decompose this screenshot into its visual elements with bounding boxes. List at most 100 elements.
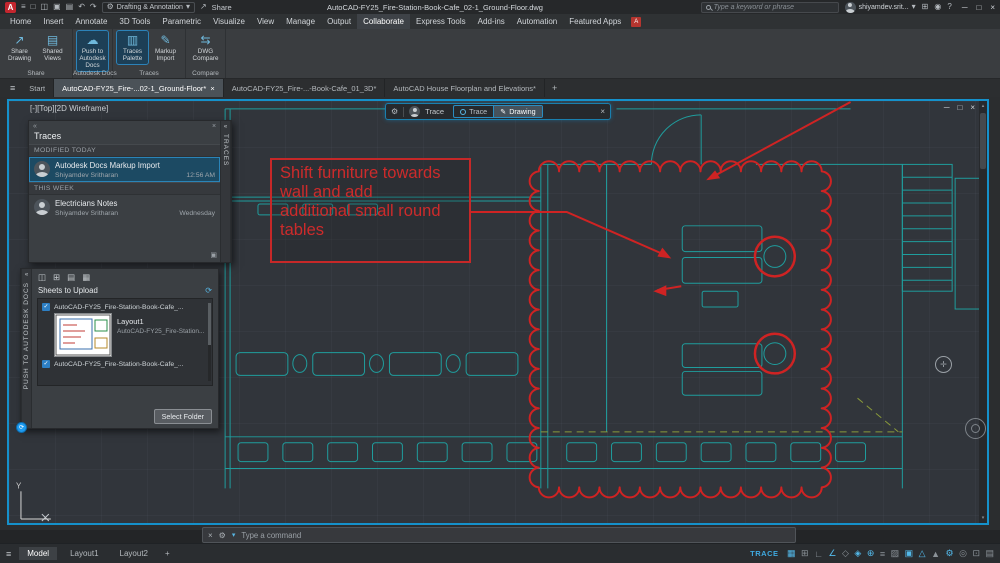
new-file-icon[interactable]: □: [31, 2, 36, 12]
featured-app-icon[interactable]: A: [631, 17, 641, 27]
markup-leader-line[interactable]: [469, 212, 666, 256]
save-icon[interactable]: ▣: [53, 2, 61, 12]
scrollbar-thumb[interactable]: [980, 113, 986, 169]
window-restore-icon[interactable]: □: [957, 103, 962, 112]
workspace-switcher[interactable]: ⚙ Drafting & Annotation ▾: [102, 2, 195, 13]
tab-featured-apps[interactable]: Featured Apps: [563, 14, 627, 29]
app-store-icon[interactable]: ⊞: [922, 2, 929, 12]
markup-import-button[interactable]: ✎ Markup Import: [150, 31, 181, 64]
tab-3d-tools[interactable]: 3D Tools: [113, 14, 156, 29]
search-input[interactable]: Type a keyword or phrase: [701, 2, 839, 13]
help-icon[interactable]: ?: [947, 2, 951, 12]
sheet-checkbox[interactable]: ✓: [42, 360, 50, 368]
tab-view[interactable]: View: [251, 14, 280, 29]
trace-close-icon[interactable]: ×: [600, 107, 605, 117]
file-tab-ground-floor[interactable]: AutoCAD-FY25_Fire-...02-1_Ground-Floor* …: [54, 79, 224, 97]
sheet-checkbox[interactable]: ✓: [42, 303, 50, 311]
tab-collaborate[interactable]: Collaborate: [357, 14, 410, 29]
close-button[interactable]: ×: [990, 3, 995, 12]
layout1-tab[interactable]: Layout1: [62, 547, 106, 560]
snap-tracking-icon[interactable]: ⊕: [867, 548, 875, 559]
markup-note-box[interactable]: Shift furniture towards wall and add add…: [270, 158, 471, 263]
trace-mode-button[interactable]: Trace: [454, 106, 493, 117]
markup-circle-1[interactable]: [755, 237, 795, 277]
snap-icon[interactable]: ⊞: [801, 548, 809, 559]
tab-parametric[interactable]: Parametric: [156, 14, 207, 29]
user-account-menu[interactable]: shiyamdev.srit... ▾: [845, 2, 916, 13]
navigation-compass-icon[interactable]: [965, 418, 986, 439]
open-file-icon[interactable]: ◫: [41, 2, 49, 12]
scroll-up-icon[interactable]: ▴: [979, 103, 987, 109]
isodraft-icon[interactable]: ◇: [842, 548, 849, 559]
annotation-visibility-icon[interactable]: △: [919, 548, 926, 559]
refresh-icon[interactable]: ⟳: [205, 286, 212, 295]
drawing-mode-button[interactable]: ✎ Drawing: [493, 106, 541, 117]
tab-visualize[interactable]: Visualize: [207, 14, 251, 29]
push-palette-titlebar[interactable]: « PUSH TO AUTODESK DOCS: [21, 269, 32, 428]
file-tab-house-floorplan[interactable]: AutoCAD House Floorplan and Elevations*: [385, 79, 545, 97]
trace-item-markup-import[interactable]: Autodesk Docs Markup Import Shiyamdev Sr…: [29, 157, 220, 182]
tab-add-ins[interactable]: Add-ins: [472, 14, 511, 29]
notification-bell-icon[interactable]: ◉: [934, 2, 941, 12]
dwg-compare-button[interactable]: ⇆ DWG Compare: [190, 31, 221, 64]
redo-icon[interactable]: ↷: [90, 2, 97, 12]
tab-automation[interactable]: Automation: [511, 14, 563, 29]
steering-wheel-icon[interactable]: ✛: [935, 356, 952, 373]
autocad-logo[interactable]: A: [5, 2, 16, 13]
file-tab-start[interactable]: Start: [21, 79, 54, 97]
model-viewport[interactable]: Y [-][Top][2D Wireframe] ─ □ ×: [7, 99, 989, 525]
push-to-autodesk-docs-button[interactable]: ☁ Push to Autodesk Docs: [77, 31, 108, 71]
scroll-down-icon[interactable]: ▾: [979, 515, 987, 521]
sheet-file-row[interactable]: ✓ AutoCAD-FY25_Fire-Station-Book-Cafe_..…: [42, 303, 208, 311]
layout-thumbnail[interactable]: [54, 313, 112, 357]
maximize-button[interactable]: □: [976, 3, 981, 12]
plot-icon[interactable]: ▤: [66, 2, 74, 12]
command-input[interactable]: Type a command: [241, 531, 790, 540]
select-folder-button[interactable]: Select Folder: [154, 409, 212, 424]
vertical-scrollbar[interactable]: ▴ ▾: [979, 101, 987, 523]
tab-insert[interactable]: Insert: [37, 14, 69, 29]
status-menu-icon[interactable]: ≡: [6, 549, 11, 559]
selection-cycling-icon[interactable]: ▣: [905, 548, 914, 559]
customize-wrench-icon[interactable]: ⚙: [219, 531, 226, 540]
tab-express-tools[interactable]: Express Tools: [410, 14, 472, 29]
model-tab[interactable]: Model: [19, 547, 57, 560]
sheet-set-icon[interactable]: ◫: [38, 272, 46, 283]
view-mode-icon[interactable]: ▦: [82, 272, 90, 283]
minimize-button[interactable]: ─: [962, 3, 968, 12]
window-minimize-icon[interactable]: ─: [944, 103, 950, 112]
workspace-icon[interactable]: ⚙: [946, 548, 954, 559]
add-sheets-icon[interactable]: ⊞: [53, 272, 60, 283]
undo-icon[interactable]: ↶: [78, 2, 85, 12]
polar-tracking-icon[interactable]: ∠: [828, 548, 836, 559]
revision-cloud[interactable]: [530, 161, 831, 497]
tab-manage[interactable]: Manage: [280, 14, 321, 29]
window-close-icon[interactable]: ×: [970, 103, 975, 112]
palette-collapse-icon[interactable]: «: [25, 272, 28, 278]
new-layout-button[interactable]: +: [161, 549, 174, 558]
command-close-icon[interactable]: ×: [208, 531, 213, 540]
grid-icon[interactable]: ▦: [787, 548, 796, 559]
tab-close-icon[interactable]: ×: [210, 84, 214, 93]
markup-circle-2[interactable]: [755, 334, 795, 374]
object-snap-icon[interactable]: ◈: [854, 548, 861, 559]
transparency-icon[interactable]: ▨: [891, 548, 900, 559]
sheet-file-row[interactable]: ✓ AutoCAD-FY25_Fire-Station-Book-Cafe_..…: [42, 360, 208, 368]
traces-palette-button[interactable]: ▥ Traces Palette: [117, 31, 148, 64]
lineweight-icon[interactable]: ≡: [880, 549, 885, 559]
traces-palette-titlebar[interactable]: « TRACES: [220, 121, 231, 262]
tab-home[interactable]: Home: [4, 14, 37, 29]
share-drawing-button[interactable]: ↗ Share Drawing: [4, 31, 35, 64]
autoscale-icon[interactable]: ▲: [931, 549, 940, 559]
trace-item-electricians-notes[interactable]: Electricians Notes Shiyamdev Sritharan W…: [29, 195, 220, 220]
file-tabs-menu-icon[interactable]: ≡: [4, 79, 21, 97]
clean-screen-icon[interactable]: ▤: [985, 548, 994, 559]
layout2-tab[interactable]: Layout2: [112, 547, 156, 560]
palette-properties-icon[interactable]: ▣: [210, 251, 217, 259]
trace-settings-gear-icon[interactable]: ⚙: [391, 107, 398, 117]
palette-collapse-icon[interactable]: «: [33, 123, 37, 130]
quick-properties-icon[interactable]: ⊡: [972, 548, 980, 559]
viewport-controls[interactable]: [-][Top][2D Wireframe]: [30, 104, 108, 113]
shared-views-button[interactable]: ▤ Shared Views: [37, 31, 68, 64]
new-tab-button[interactable]: +: [545, 79, 564, 97]
